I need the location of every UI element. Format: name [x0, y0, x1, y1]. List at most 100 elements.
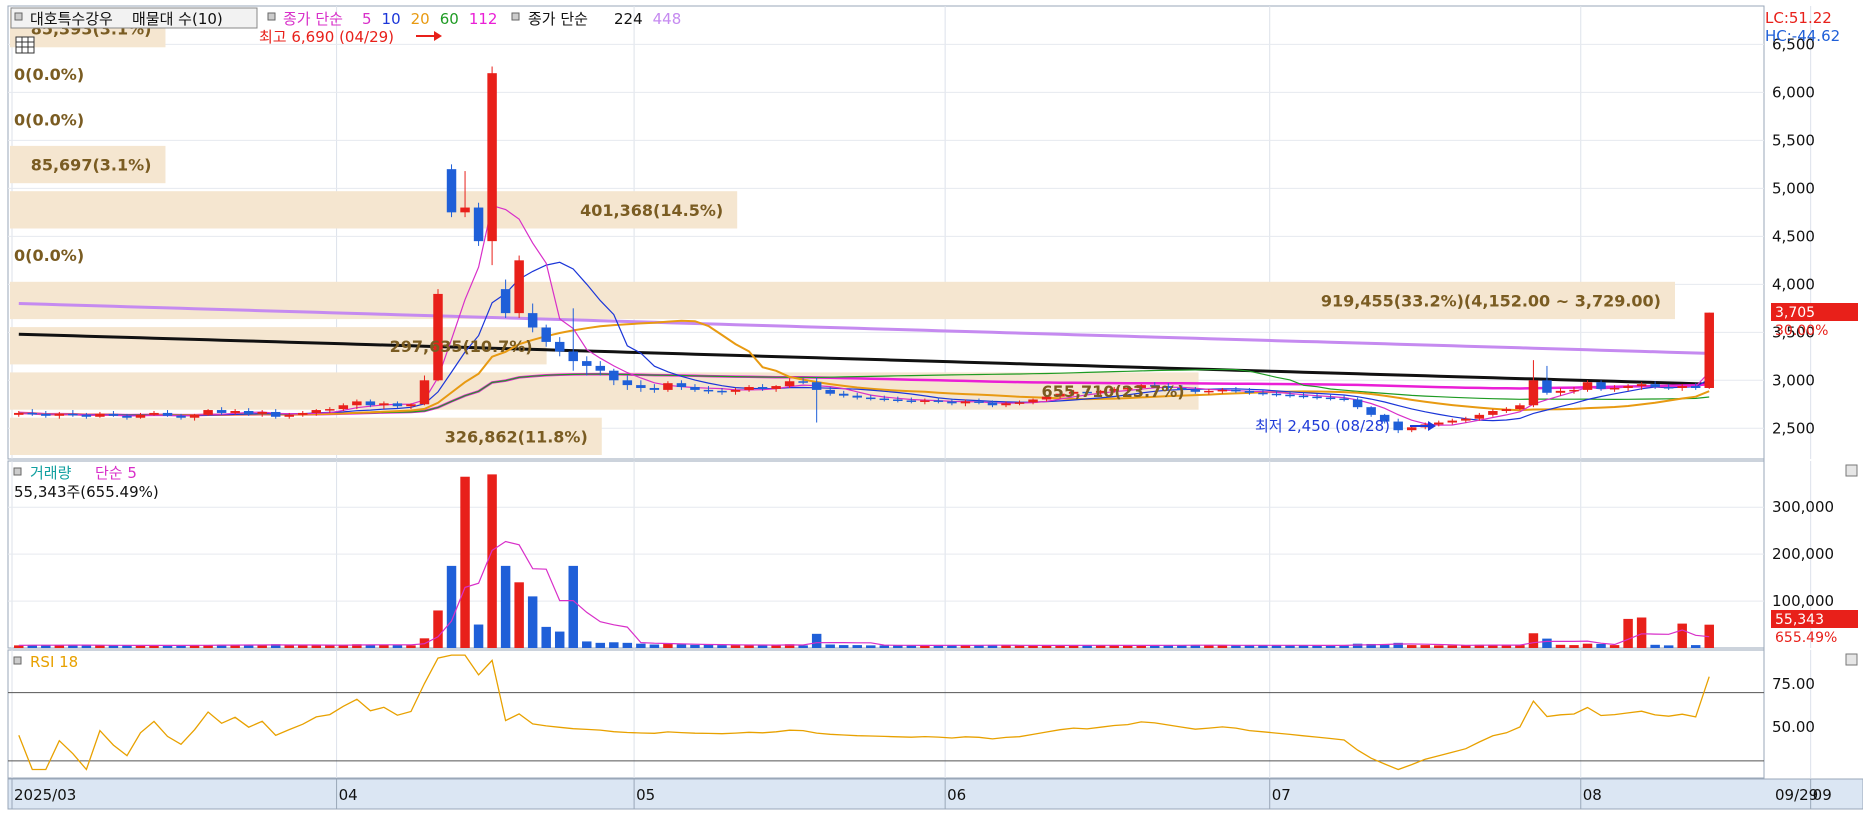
volume-profile-label: 655,710(23.7%) — [1042, 382, 1185, 401]
legend-marker-2 — [267, 12, 276, 21]
legend-marker-3 — [511, 12, 520, 21]
volume-profile-label: 919,455(33.2%)(4,152.00 ~ 3,729.00) — [1321, 291, 1661, 310]
ma2-period-224[interactable]: 224 — [614, 10, 643, 28]
volume-bar — [703, 644, 714, 648]
ma-prefix[interactable]: 종가 단순 — [283, 10, 343, 28]
volume-bar — [298, 645, 308, 648]
volume-bar — [1609, 645, 1620, 648]
ma2-prefix[interactable]: 종가 단순 — [528, 10, 588, 28]
volume-tag-value: 55,343 — [1775, 612, 1824, 628]
volume-profile-label: 0(0.0%) — [14, 110, 84, 129]
candle — [446, 164, 457, 218]
ma-period-112[interactable]: 112 — [469, 10, 498, 28]
volume-bar — [1596, 643, 1606, 648]
volume-bar — [1636, 617, 1647, 648]
volume-bar — [636, 643, 646, 648]
volume-bar — [595, 642, 606, 648]
volume-bar — [622, 642, 633, 648]
volume-bar — [81, 645, 92, 648]
rsi-title[interactable]: RSI 18 — [30, 653, 78, 671]
price-tick-label: 5,000 — [1772, 179, 1815, 197]
ma-period-5[interactable]: 5 — [362, 10, 372, 28]
price-tag-pct: 30.00% — [1775, 323, 1828, 339]
candle — [203, 409, 213, 416]
volume-bar — [1528, 633, 1539, 648]
volume-bar — [690, 644, 700, 648]
grid-table-icon[interactable] — [15, 36, 35, 54]
stock-chart: 85,393(3.1%)0(0.0%)0(0.0%)85,697(3.1%)40… — [7, 5, 1863, 810]
volume-bar — [473, 624, 484, 648]
volume-bar — [649, 644, 660, 648]
candle — [487, 66, 497, 266]
volume-bar — [676, 644, 687, 648]
volume-profile-label: 326,862(11.8%) — [445, 427, 588, 446]
rsi-tick-label: 75.00 — [1772, 675, 1815, 693]
volume-bar — [717, 645, 727, 648]
date-label: 04 — [339, 786, 358, 804]
date-label: 06 — [947, 786, 966, 804]
price-tag-value: 3,705 — [1775, 305, 1815, 321]
volume-profile-label: 85,697(3.1%) — [31, 156, 152, 175]
last-date-label: 09/29 — [1775, 786, 1818, 804]
volume-close-icon[interactable] — [1845, 464, 1858, 477]
lc-label: LC:51.22 — [1765, 9, 1832, 27]
volume-bar — [852, 645, 862, 648]
candle — [1704, 312, 1714, 389]
volume-bar — [433, 610, 443, 648]
volume-bar — [1569, 645, 1579, 648]
volume-bar — [1663, 645, 1674, 648]
volume-bar — [541, 626, 551, 648]
price-tick-label: 3,000 — [1772, 371, 1815, 389]
high-annotation: 최고 6,690 (04/29) — [259, 28, 394, 46]
ma-period-60[interactable]: 60 — [440, 10, 459, 28]
rsi-close-icon[interactable] — [1845, 653, 1858, 666]
volume-bar — [1434, 645, 1444, 648]
volume-bar — [568, 565, 578, 648]
volume-bar — [1352, 643, 1363, 648]
volume-bar — [527, 596, 538, 648]
date-label: 07 — [1272, 786, 1291, 804]
volume-bar — [1677, 623, 1687, 648]
volume-tag-pct: 655.49% — [1775, 630, 1837, 646]
volume-bar — [514, 582, 524, 648]
volume-bar — [392, 645, 403, 648]
price-tick-label: 4,500 — [1772, 227, 1815, 245]
volume-tick-label: 200,000 — [1772, 545, 1834, 563]
volume-bar — [811, 633, 822, 648]
volume-bar — [866, 645, 876, 648]
price-tick-label: 5,500 — [1772, 131, 1815, 149]
volume-profile-label: 401,368(14.5%) — [580, 201, 723, 220]
volume-bar — [1501, 645, 1512, 648]
ma2-period-448[interactable]: 448 — [653, 10, 682, 28]
candle — [433, 289, 443, 382]
low-annotation: 최저 2,450 (08/28) — [1255, 417, 1390, 435]
volume-bar — [500, 565, 511, 648]
legend-marker-1 — [14, 12, 23, 21]
volume-bar — [663, 643, 673, 648]
volume-bar — [838, 645, 849, 648]
volume-bar — [446, 565, 457, 648]
volume-ma-label[interactable]: 단순 5 — [95, 464, 137, 482]
volume-title[interactable]: 거래량 — [30, 464, 72, 482]
volume-bar — [1014, 645, 1025, 648]
volume-bar — [825, 644, 835, 648]
volume-bar — [230, 645, 240, 648]
ma-period-10[interactable]: 10 — [382, 10, 401, 28]
volume-bar — [325, 645, 335, 648]
ma-period-20[interactable]: 20 — [411, 10, 430, 28]
volume-bar — [1447, 645, 1458, 648]
volume-bar — [1555, 644, 1566, 648]
volume-bar — [554, 631, 565, 648]
volume-bar — [730, 645, 741, 648]
volume-bar — [879, 645, 890, 648]
rsi-legend-marker — [13, 656, 22, 665]
price-tick-label: 4,000 — [1772, 275, 1815, 293]
volume-last-value: 55,343주(655.49%) — [14, 483, 159, 501]
price-tick-label: 2,500 — [1772, 419, 1815, 437]
rsi-tick-label: 50.00 — [1772, 718, 1815, 736]
date-label: 2025/03 — [14, 786, 76, 804]
volume-profile-band — [10, 372, 1199, 410]
rsi-panel-frame — [7, 649, 1765, 779]
volume-bar — [1542, 638, 1552, 648]
date-label: 05 — [636, 786, 655, 804]
